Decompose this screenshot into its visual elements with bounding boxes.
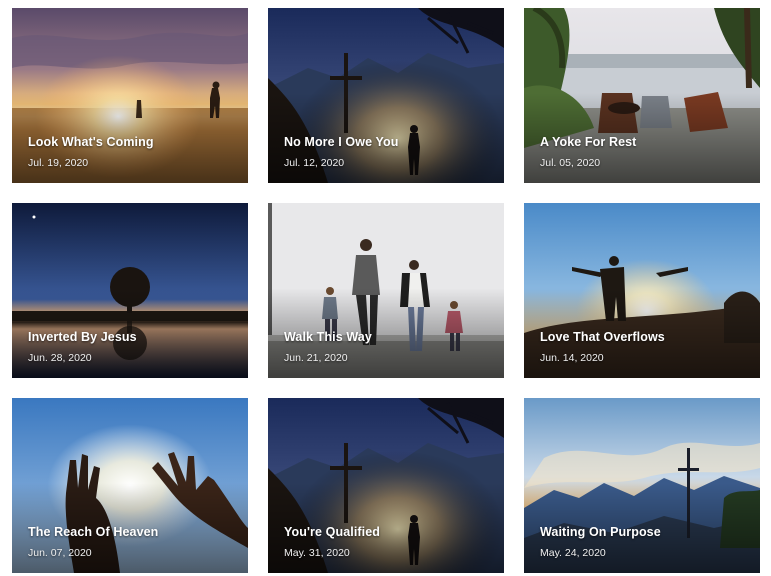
sermon-card[interactable]: No More I Owe You Jul. 12, 2020 <box>268 8 504 183</box>
sermon-date: May. 24, 2020 <box>540 547 606 559</box>
sermon-card[interactable]: A Yoke For Rest Jul. 05, 2020 <box>524 8 760 183</box>
sermon-card[interactable]: Walk This Way Jun. 21, 2020 <box>268 203 504 378</box>
sermon-title[interactable]: No More I Owe You <box>284 135 398 149</box>
sermon-grid: Look What's Coming Jul. 19, 2020 No More… <box>0 0 771 576</box>
sermon-card[interactable]: Love That Overflows Jun. 14, 2020 <box>524 203 760 378</box>
sermon-card[interactable]: Waiting On Purpose May. 24, 2020 <box>524 398 760 573</box>
sermon-title[interactable]: Waiting On Purpose <box>540 525 661 539</box>
sermon-title[interactable]: Love That Overflows <box>540 330 665 344</box>
sermon-card[interactable]: Inverted By Jesus Jun. 28, 2020 <box>12 203 248 378</box>
sermon-date: Jun. 14, 2020 <box>540 352 604 364</box>
sermon-date: Jul. 19, 2020 <box>28 157 89 169</box>
sermon-date: Jul. 05, 2020 <box>540 157 601 169</box>
sermon-title[interactable]: Inverted By Jesus <box>28 330 137 344</box>
sermon-card[interactable]: The Reach Of Heaven Jun. 07, 2020 <box>12 398 248 573</box>
sermon-title[interactable]: Look What's Coming <box>28 135 154 149</box>
sermon-title[interactable]: The Reach Of Heaven <box>28 525 158 539</box>
sermon-title[interactable]: Walk This Way <box>284 330 372 344</box>
sermon-date: May. 31, 2020 <box>284 547 350 559</box>
sermon-date: Jun. 07, 2020 <box>28 547 92 559</box>
sermon-date: Jun. 21, 2020 <box>284 352 348 364</box>
sermon-title[interactable]: You're Qualified <box>284 525 380 539</box>
sermon-date: Jun. 28, 2020 <box>28 352 92 364</box>
sermon-date: Jul. 12, 2020 <box>284 157 345 169</box>
sermon-card[interactable]: Look What's Coming Jul. 19, 2020 <box>12 8 248 183</box>
sermon-card[interactable]: You're Qualified May. 31, 2020 <box>268 398 504 573</box>
sermon-title[interactable]: A Yoke For Rest <box>540 135 636 149</box>
